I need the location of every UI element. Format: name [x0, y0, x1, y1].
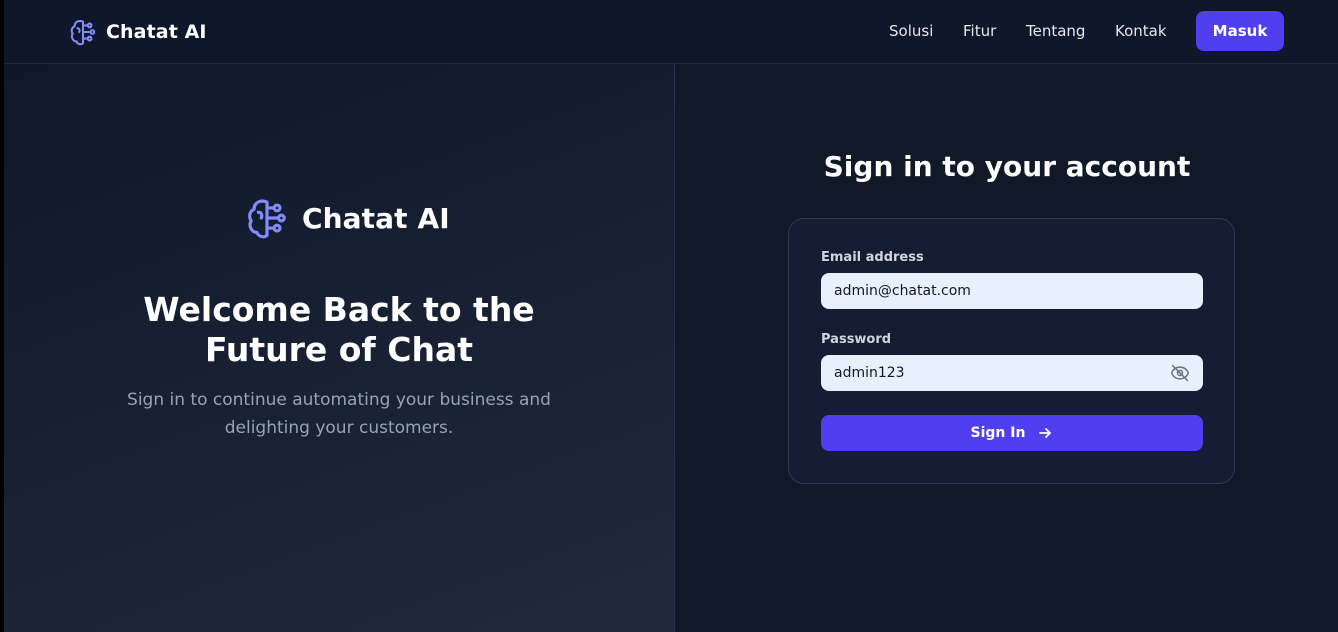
password-label: Password: [821, 332, 892, 347]
hero-title-line-2: Future of Chat: [204, 330, 474, 369]
brain-icon: [68, 17, 98, 47]
signin-form: Email address Password Sign In: [788, 218, 1235, 484]
eye-off-icon[interactable]: [1169, 362, 1191, 384]
hero-brand: Chatat AI: [244, 194, 450, 242]
brain-icon: [244, 195, 290, 241]
brand-name: Chatat AI: [106, 21, 207, 43]
nav-link-tentang[interactable]: Tentang: [1026, 22, 1085, 40]
login-button[interactable]: Masuk: [1196, 11, 1284, 51]
email-label: Email address: [821, 250, 924, 265]
header-brand[interactable]: Chatat AI: [68, 16, 207, 48]
app-frame: Chatat AI Solusi Fitur Tentang Kontak Ma…: [4, 0, 1338, 632]
signin-panel: Sign in to your account Email address Pa…: [676, 64, 1338, 632]
hero-subtitle-line-2: delighting your customers.: [224, 418, 454, 438]
nav-link-fitur[interactable]: Fitur: [963, 22, 996, 40]
signin-button-label: Sign In: [970, 425, 1026, 441]
hero-subtitle: Sign in to continue automating your busi…: [124, 386, 554, 442]
hero-title: Welcome Back to the Future of Chat: [104, 290, 574, 370]
hero-panel: Chatat AI Welcome Back to the Future of …: [4, 64, 675, 632]
signin-title: Sign in to your account: [823, 150, 1191, 183]
hero-brand-name: Chatat AI: [302, 201, 450, 235]
email-field[interactable]: [821, 273, 1203, 309]
top-navbar: Chatat AI Solusi Fitur Tentang Kontak Ma…: [4, 0, 1338, 64]
nav-link-solusi[interactable]: Solusi: [889, 22, 933, 40]
arrow-right-icon: [1037, 425, 1053, 441]
nav-link-kontak[interactable]: Kontak: [1115, 22, 1167, 40]
signin-button[interactable]: Sign In: [821, 415, 1203, 451]
hero-title-line-1: Welcome Back to the: [143, 290, 535, 329]
hero-subtitle-line-1: Sign in to continue automating your busi…: [127, 390, 551, 410]
password-field[interactable]: [821, 355, 1203, 391]
